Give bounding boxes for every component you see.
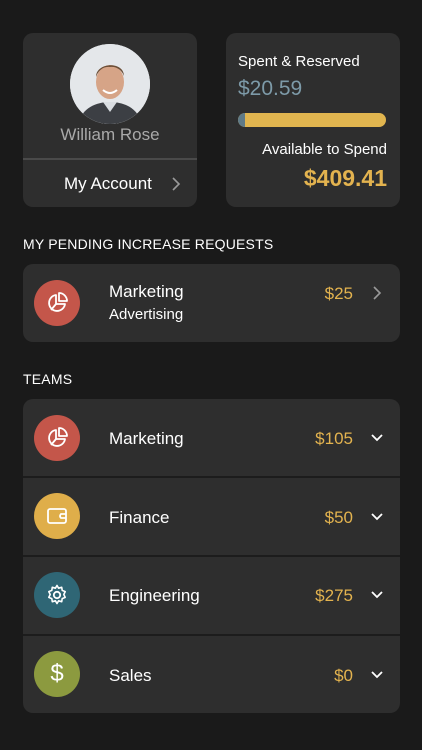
teams-list: Marketing $105 Finance $50 Engineering $… xyxy=(23,399,400,713)
team-amount: $0 xyxy=(334,666,353,685)
dollar-icon: $ xyxy=(34,651,80,697)
team-row-sales[interactable]: $ Sales $0 xyxy=(23,636,400,713)
chevron-down-icon xyxy=(371,513,383,521)
spending-summary-card: Spent & Reserved $20.59 Available to Spe… xyxy=(226,33,400,207)
spent-reserved-amount: $20.59 xyxy=(238,77,303,100)
available-to-spend-label: Available to Spend xyxy=(262,141,387,158)
team-row-finance[interactable]: Finance $50 xyxy=(23,478,400,556)
chevron-down-icon xyxy=(371,434,383,442)
team-name: Sales xyxy=(109,666,152,685)
wallet-icon xyxy=(34,493,80,539)
team-row-marketing[interactable]: Marketing $105 xyxy=(23,399,400,477)
chevron-down-icon xyxy=(371,671,383,679)
team-name: Engineering xyxy=(109,586,200,605)
pending-request-title: Marketing xyxy=(109,282,184,301)
chevron-down-icon xyxy=(371,591,383,599)
pie-chart-icon xyxy=(34,415,80,461)
team-amount: $50 xyxy=(324,508,353,527)
budget-progress-bar xyxy=(238,113,386,127)
team-name: Marketing xyxy=(109,429,184,448)
pie-chart-icon xyxy=(34,280,80,326)
team-amount: $275 xyxy=(315,586,353,605)
pending-request-item[interactable]: Marketing Advertising $25 xyxy=(23,264,400,342)
available-to-spend-amount: $409.41 xyxy=(303,165,387,191)
team-row-engineering[interactable]: Engineering $275 xyxy=(23,557,400,635)
my-account-button[interactable]: My Account xyxy=(23,160,197,207)
profile-name: William Rose xyxy=(60,125,160,144)
team-name: Finance xyxy=(109,508,170,527)
pending-request-subtitle: Advertising xyxy=(109,306,184,323)
budget-progress-fill xyxy=(238,113,246,127)
gear-icon xyxy=(34,572,80,618)
profile-card: William Rose My Account xyxy=(23,33,197,207)
pending-request-amount: $25 xyxy=(324,284,353,303)
my-account-label: My Account xyxy=(64,174,152,193)
teams-header: TEAMS xyxy=(23,371,73,387)
pending-requests-header: MY PENDING INCREASE REQUESTS xyxy=(23,236,274,252)
avatar xyxy=(70,44,150,124)
team-amount: $105 xyxy=(315,429,353,448)
chevron-right-icon xyxy=(172,177,181,191)
chevron-right-icon xyxy=(373,286,382,300)
spent-reserved-label: Spent & Reserved xyxy=(238,53,360,70)
